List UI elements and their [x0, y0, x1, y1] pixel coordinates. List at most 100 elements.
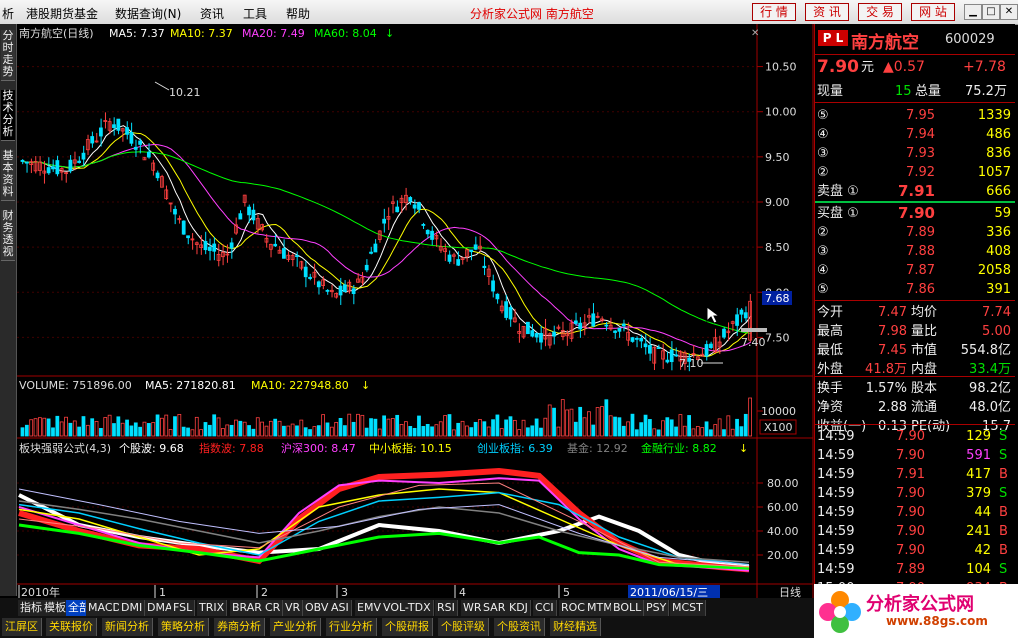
- low-price-label: 7.10: [679, 357, 704, 370]
- indicator-tab[interactable]: BRAR: [230, 600, 265, 616]
- indicator-tab[interactable]: FSL: [171, 600, 196, 616]
- volume-bar: [51, 427, 55, 437]
- indicator-tab[interactable]: VOL-TDX: [381, 600, 434, 616]
- indicator-tab[interactable]: KDJ: [507, 600, 531, 616]
- indicator-tab[interactable]: 指标: [18, 600, 45, 616]
- date-axis-label: 2: [261, 586, 268, 598]
- indicator-tab[interactable]: 模板: [42, 600, 69, 616]
- stock-chart[interactable]: 南方航空(日线) MA5: 7.37 MA10: 7.37 MA20: 7.49…: [17, 24, 814, 598]
- indicator-tab[interactable]: DMI: [119, 600, 146, 616]
- website-button[interactable]: 网 站: [911, 3, 955, 21]
- bottom-tab[interactable]: 财经精选: [550, 618, 601, 636]
- volume-bar: [129, 425, 134, 437]
- menu-item-news[interactable]: 资讯: [200, 5, 224, 22]
- bottom-tab[interactable]: 个股资讯: [494, 618, 545, 636]
- candle: [456, 259, 461, 266]
- volume-bar: [112, 423, 116, 437]
- price-axis-tick: 8.50: [765, 241, 790, 254]
- bottom-tab[interactable]: 策略分析: [158, 618, 209, 636]
- close-icon[interactable]: ✕: [1000, 4, 1018, 20]
- candle: [373, 243, 378, 253]
- indicator-tab[interactable]: MCST: [670, 600, 706, 616]
- indicator-axis-tick: 80.00: [767, 477, 799, 490]
- volume-ma5: MA5: 271820.81: [145, 379, 236, 392]
- indicator-tab[interactable]: EMV: [355, 600, 384, 616]
- bottom-tab[interactable]: 个股研报: [382, 618, 433, 636]
- candle: [648, 345, 652, 354]
- candle: [665, 359, 670, 363]
- bottom-tab[interactable]: 产业分析: [270, 618, 321, 636]
- volume-bar: [173, 416, 177, 437]
- volume-bar: [648, 419, 652, 437]
- maximize-icon[interactable]: □: [982, 4, 1000, 20]
- trade-button[interactable]: 交 易: [858, 3, 902, 21]
- quotes-button[interactable]: 行 情: [752, 3, 796, 21]
- tab-technical[interactable]: 技术分析: [1, 90, 15, 141]
- candle: [421, 224, 426, 226]
- volume-bar: [743, 413, 748, 437]
- volume-bar: [669, 419, 674, 437]
- indicator-tab[interactable]: TRIX: [197, 600, 228, 616]
- tab-intraday[interactable]: 分时走势: [1, 30, 15, 81]
- candle: [308, 276, 312, 279]
- candle: [295, 255, 299, 258]
- bottom-tab[interactable]: 江屏区: [2, 618, 42, 636]
- bottom-tab[interactable]: 券商分析: [214, 618, 265, 636]
- indicator-tab[interactable]: SAR: [481, 600, 509, 616]
- last-price-label: 7.40: [741, 336, 766, 349]
- bottom-tab[interactable]: 行业分析: [326, 618, 377, 636]
- stat-row: 最低 7.45 市值 554.8亿: [817, 343, 1011, 358]
- candle: [273, 243, 278, 247]
- candle: [591, 313, 596, 327]
- volume-bar: [639, 422, 644, 437]
- news-button[interactable]: 资 讯: [805, 3, 849, 21]
- minimize-icon[interactable]: ▁: [964, 4, 982, 20]
- volume-bar: [351, 421, 356, 437]
- candle: [669, 349, 674, 363]
- volume-bar: [116, 416, 121, 437]
- candle: [155, 172, 160, 179]
- tab-fundamentals[interactable]: 基本资料: [1, 150, 15, 201]
- chart-close-icon[interactable]: ✕: [751, 28, 759, 39]
- high-price-label: 10.21: [169, 86, 201, 99]
- pl-badge[interactable]: P L: [818, 30, 848, 46]
- candle: [238, 213, 243, 220]
- menu-item-analysis[interactable]: 析: [2, 5, 14, 22]
- bottom-tab[interactable]: 新闻分析: [102, 618, 153, 636]
- indicator-tab[interactable]: OBV: [303, 600, 332, 616]
- volume-bar: [634, 429, 639, 437]
- bottom-tab[interactable]: 个股评级: [438, 618, 489, 636]
- indicator-tab[interactable]: RSI: [435, 600, 458, 616]
- candle: [643, 343, 648, 348]
- candle: [325, 289, 330, 292]
- indicator-tab[interactable]: CCI: [533, 600, 557, 616]
- bid-row: ③ 7.88 408: [817, 244, 1011, 259]
- candle: [369, 251, 373, 254]
- stat-row: 净资 2.88 流通 48.0亿: [817, 400, 1011, 415]
- indicator-tab[interactable]: CR: [263, 600, 284, 616]
- indicator-tab[interactable]: BOLL: [611, 600, 645, 616]
- candle: [412, 204, 417, 209]
- menu-item-hk-futures[interactable]: 港股期货基金: [26, 5, 98, 22]
- candle: [613, 330, 617, 333]
- candle: [709, 343, 713, 349]
- menu-item-tools[interactable]: 工具: [243, 5, 267, 22]
- menu-item-help[interactable]: 帮助: [286, 5, 310, 22]
- price-axis-tick: 10.00: [765, 106, 797, 119]
- volume-bar: [674, 426, 678, 437]
- indicator-tab[interactable]: ROC: [559, 600, 588, 616]
- indicator-tab[interactable]: PSY: [644, 600, 670, 616]
- candle: [303, 266, 308, 278]
- stock-code: 600029: [945, 32, 995, 47]
- period-label[interactable]: 日线: [779, 585, 801, 598]
- indicator-tab[interactable]: VR: [283, 600, 304, 616]
- indicator-tab[interactable]: ASI: [329, 600, 352, 616]
- tab-financials[interactable]: 财务透视: [1, 210, 15, 261]
- indicator-item: 创业板指: 6.39: [477, 441, 553, 455]
- candle: [395, 206, 400, 213]
- volume-bar: [621, 425, 626, 437]
- bottom-tab[interactable]: 关联报价: [46, 618, 97, 636]
- volume-bar: [656, 429, 661, 437]
- menu-item-data-query[interactable]: 数据查询(N): [115, 5, 181, 22]
- volume-bar: [308, 429, 312, 437]
